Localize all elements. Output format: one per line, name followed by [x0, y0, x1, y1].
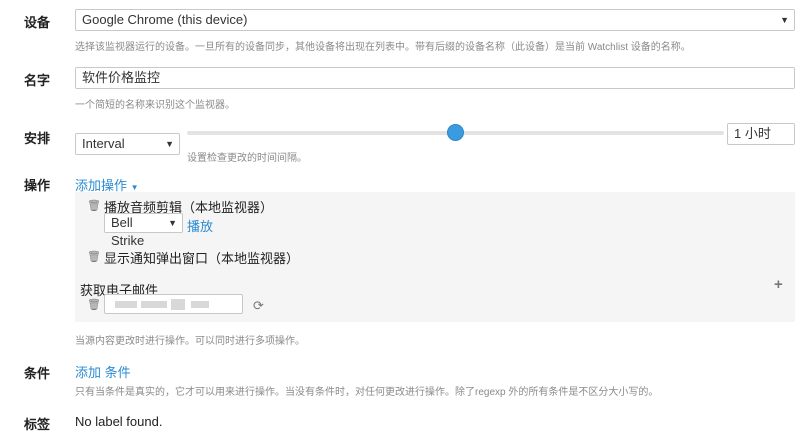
- play-link[interactable]: 播放: [187, 216, 213, 235]
- schedule-label: 安排: [24, 131, 51, 146]
- name-label: 名字: [24, 73, 51, 88]
- name-help: 一个简短的名称来识别这个监视器。: [75, 100, 235, 111]
- chevron-down-icon: ▼: [780, 15, 789, 25]
- sound-select-value: Bell Strike: [111, 215, 145, 248]
- name-input-value: 软件价格监控: [82, 70, 161, 85]
- labels-label: 标签: [24, 417, 51, 432]
- conditions-help: 只有当条件是真实的，它才可以用来进行操作。当没有条件时，对任何更改进行操作。除了…: [75, 387, 659, 398]
- chevron-down-icon: ▼: [165, 139, 174, 149]
- email-address-field[interactable]: [104, 294, 243, 314]
- device-label: 设备: [24, 15, 51, 30]
- chevron-down-icon: ▼: [168, 218, 177, 228]
- trash-icon[interactable]: 🗑: [87, 298, 101, 311]
- caret-down-icon: ▼: [130, 183, 139, 192]
- actions-help: 当源内容更改时进行操作。可以同时进行多项操作。: [75, 336, 305, 347]
- interval-input-value: 1 小时: [734, 126, 771, 141]
- interval-slider-handle[interactable]: [447, 124, 464, 141]
- schedule-help: 设置检查更改的时间间隔。: [187, 153, 307, 164]
- device-help: 选择该监视器运行的设备。一旦所有的设备同步，其他设备将出现在列表中。带有后缀的设…: [75, 42, 691, 53]
- add-condition-link[interactable]: 添加 条件: [75, 362, 131, 381]
- name-input[interactable]: 软件价格监控: [75, 67, 795, 89]
- schedule-mode-value: Interval: [82, 136, 125, 151]
- plus-icon[interactable]: +: [774, 276, 783, 293]
- sound-select[interactable]: Bell Strike ▼: [104, 213, 183, 248]
- labels-value: No label found.: [75, 414, 163, 429]
- refresh-icon[interactable]: ⟳: [253, 298, 264, 314]
- device-select-value: Google Chrome (this device): [82, 12, 248, 27]
- conditions-label: 条件: [24, 366, 51, 381]
- device-select[interactable]: Google Chrome (this device) ▼: [75, 9, 795, 31]
- trash-icon[interactable]: 🗑: [87, 250, 101, 263]
- trash-icon[interactable]: 🗑: [87, 199, 101, 212]
- schedule-mode-select[interactable]: Interval ▼: [75, 133, 180, 155]
- interval-input[interactable]: 1 小时: [727, 123, 795, 145]
- actions-label: 操作: [24, 178, 51, 193]
- action-notification-title: 显示通知弹出窗口（本地监视器）: [104, 251, 300, 266]
